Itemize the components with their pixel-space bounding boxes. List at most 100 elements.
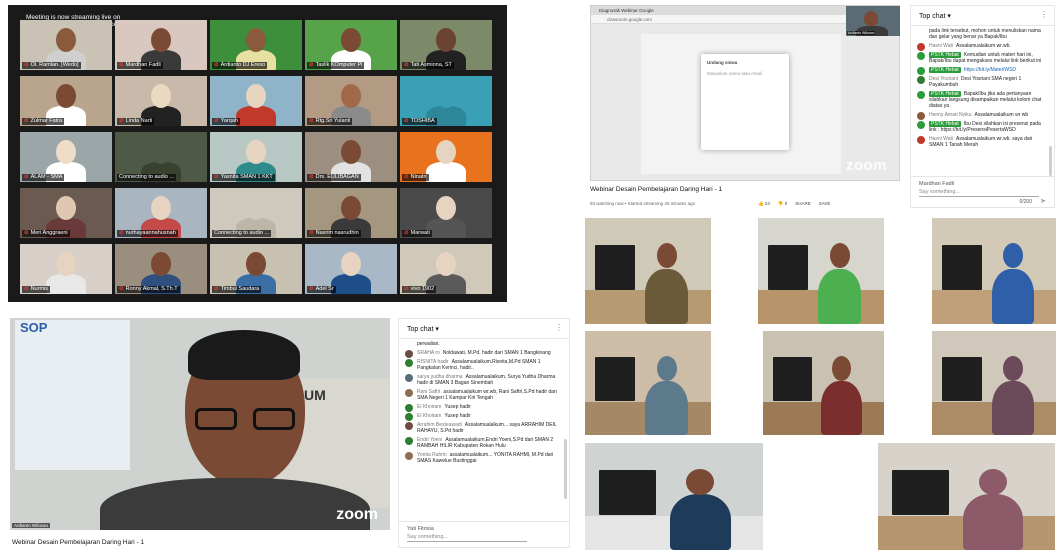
user-avatar[interactable] bbox=[405, 404, 413, 412]
user-avatar[interactable] bbox=[917, 67, 925, 75]
participant-tile[interactable]: ⊘ Meri Anggraeni bbox=[20, 188, 112, 238]
participant-tile[interactable]: ⊘ Linda Narti bbox=[115, 76, 207, 126]
zoom-gallery-view: Meeting is now streaming live on Custom … bbox=[8, 5, 507, 302]
participant-label: Connecting to audio ... bbox=[119, 174, 175, 180]
participant-name: Connecting to audio ... bbox=[212, 230, 272, 237]
participant-name: ⊘ Nasrim nasrudhin bbox=[307, 230, 361, 237]
participant-photo bbox=[585, 443, 763, 550]
user-avatar[interactable] bbox=[405, 359, 413, 367]
chat-header[interactable]: Top chat ▾ ⋮ bbox=[399, 319, 569, 339]
message-author[interactable]: SRAHA ro bbox=[417, 350, 440, 356]
chat-message: Hasni Wati Assalamualaikum wr.wb. bbox=[917, 43, 1048, 51]
participant-tile[interactable]: ⊘ Tati Asmiona, ST bbox=[400, 20, 492, 70]
participant-tile[interactable]: ⊘ Ol. Ramlan. [Wedo] bbox=[20, 20, 112, 70]
participant-tile[interactable]: ⊘ Mardhan Fadli bbox=[115, 20, 207, 70]
chat-input[interactable]: Say something... bbox=[407, 534, 527, 542]
message-author[interactable]: Henny Amari Nyiku bbox=[929, 112, 972, 118]
participant-tile[interactable]: ⊘ Yarqah bbox=[210, 76, 302, 126]
user-avatar[interactable] bbox=[405, 422, 413, 430]
video-meta: 93 watching now • Started streaming 40 m… bbox=[590, 201, 696, 206]
participant-tile[interactable]: Connecting to audio ... bbox=[210, 188, 302, 238]
participant-name: ⊘ Tati Asmiona, ST bbox=[402, 62, 454, 69]
monitor bbox=[773, 357, 812, 401]
participant-tile[interactable]: ⊘ Zulmar Fatra bbox=[20, 76, 112, 126]
participant-head bbox=[341, 28, 361, 52]
more-icon[interactable]: ⋮ bbox=[555, 323, 563, 332]
chat-message: Endri Yoeni Assalamualaikum,Endri Yoeni,S… bbox=[405, 437, 563, 449]
participant-tile[interactable]: Connecting to audio ... bbox=[115, 132, 207, 182]
participant-name: ⊘ Adel Sr bbox=[307, 286, 336, 293]
user-avatar[interactable] bbox=[917, 121, 925, 129]
user-avatar[interactable] bbox=[405, 341, 413, 349]
participant-head bbox=[56, 196, 76, 220]
participant-tile[interactable]: ⊘ Ninatri bbox=[400, 132, 492, 182]
participant-name: ⊘ Yasnita SMAN 1 KKT bbox=[212, 174, 275, 181]
participant-label: Meri Anggraeni bbox=[30, 230, 68, 236]
person-body bbox=[963, 494, 1023, 550]
message-author[interactable]: PSTK Hebat bbox=[929, 67, 961, 73]
dialog-input[interactable]: Masukkan nama atau email bbox=[707, 71, 783, 76]
chat-scrollbar[interactable] bbox=[1049, 146, 1052, 176]
participant-head bbox=[246, 28, 266, 52]
chat-input[interactable]: Say something... bbox=[919, 189, 1039, 197]
message-author[interactable]: El Khoiram bbox=[417, 404, 441, 410]
zoom-watermark: zoom bbox=[845, 157, 887, 174]
participant-tile[interactable]: ⊘ Ardianto DJ Ereso bbox=[210, 20, 302, 70]
message-author[interactable]: El Khoiram bbox=[417, 413, 441, 419]
person-head bbox=[832, 356, 851, 381]
user-avatar[interactable] bbox=[917, 76, 925, 84]
participant-tile[interactable]: ⊘ Adel Sr bbox=[305, 244, 397, 294]
user-avatar[interactable] bbox=[917, 91, 925, 99]
participant-tile[interactable]: ⊘ ALAM - SMA bbox=[20, 132, 112, 182]
participant-label: Yasnita SMAN 1 KKT bbox=[220, 174, 273, 180]
chat-message: Rani Saftri assalamualaikum wr.wb, Rani S… bbox=[405, 389, 563, 401]
participant-tile[interactable]: ⊘ Marwati bbox=[400, 188, 492, 238]
share-button[interactable]: SHARE bbox=[795, 201, 811, 207]
chat-input-area[interactable]: Yati Fitrisia Say something... bbox=[399, 521, 569, 546]
user-avatar[interactable] bbox=[917, 43, 925, 51]
participant-tile[interactable]: ⊘ Ronny Akmal, S.Th.T bbox=[115, 244, 207, 294]
mic-muted-icon: ⊘ bbox=[24, 286, 29, 292]
participant-tile[interactable]: ⊘ Nurmis bbox=[20, 244, 112, 294]
invite-dialog[interactable]: Undang siswa Masukkan nama atau email bbox=[701, 54, 789, 150]
user-avatar[interactable] bbox=[405, 389, 413, 397]
participant-head bbox=[151, 28, 171, 52]
user-avatar[interactable] bbox=[917, 28, 925, 36]
webcam-tag: Ardianto Wibowo bbox=[847, 31, 876, 35]
presenter-video[interactable]: SOP RIUM zoom Ardianto Wibowo bbox=[10, 318, 390, 530]
user-avatar[interactable] bbox=[405, 413, 413, 421]
chat-user-name: Mardhan Fadli bbox=[919, 181, 955, 187]
user-avatar[interactable] bbox=[917, 112, 925, 120]
participant-tile[interactable]: ⊘ nurhayaannahusnah bbox=[115, 188, 207, 238]
save-button[interactable]: SAVE bbox=[819, 201, 831, 207]
mic-muted-icon: ⊘ bbox=[119, 286, 124, 292]
like-button[interactable]: 👍 24 bbox=[758, 201, 770, 207]
user-avatar[interactable] bbox=[405, 437, 413, 445]
participant-head bbox=[436, 140, 456, 164]
shared-screen[interactable]: Diagnostik Webinar Google classroom.goog… bbox=[590, 5, 900, 181]
participant-tile[interactable]: ⊘ TOSHIBA bbox=[400, 76, 492, 126]
chat-header[interactable]: Top chat ▾ ⋮ bbox=[911, 6, 1054, 26]
participant-tile[interactable]: ⊘ vivo 1902 bbox=[400, 244, 492, 294]
participant-label: TOSHIBA bbox=[410, 118, 435, 124]
chat-input-area[interactable]: Mardhan Fadli Say something... 0/200 ➤ bbox=[911, 176, 1054, 205]
participant-tile[interactable]: ⊘ Yasnita SMAN 1 KKT bbox=[210, 132, 302, 182]
message-text[interactable]: https://bit.ly/MateriWSD bbox=[964, 67, 1016, 73]
user-avatar[interactable] bbox=[405, 452, 413, 460]
user-avatar[interactable] bbox=[917, 52, 925, 60]
participant-tile[interactable]: ⊘ Nasrim nasrudhin bbox=[305, 188, 397, 238]
participant-tile[interactable]: ⊘ Taslik KOmputer Pl bbox=[305, 20, 397, 70]
mic-muted-icon: ⊘ bbox=[404, 230, 409, 236]
send-icon[interactable]: ➤ bbox=[1040, 197, 1046, 205]
presenter-webcam: Ardianto Wibowo bbox=[846, 6, 900, 36]
participant-tile[interactable]: ⊘ Drs. EULIBAGAN bbox=[305, 132, 397, 182]
participant-tile[interactable]: ⊘ Timbul Saudara bbox=[210, 244, 302, 294]
user-avatar[interactable] bbox=[405, 350, 413, 358]
user-avatar[interactable] bbox=[405, 374, 413, 382]
more-icon[interactable]: ⋮ bbox=[1040, 10, 1048, 19]
chat-scrollbar[interactable] bbox=[564, 439, 567, 499]
participant-tile[interactable]: ⊘ Rtg.Sri Yulanti bbox=[305, 76, 397, 126]
message-author[interactable]: Hasni Wati bbox=[929, 43, 953, 49]
dislike-button[interactable]: 👎 0 bbox=[778, 201, 787, 207]
user-avatar[interactable] bbox=[917, 136, 925, 144]
